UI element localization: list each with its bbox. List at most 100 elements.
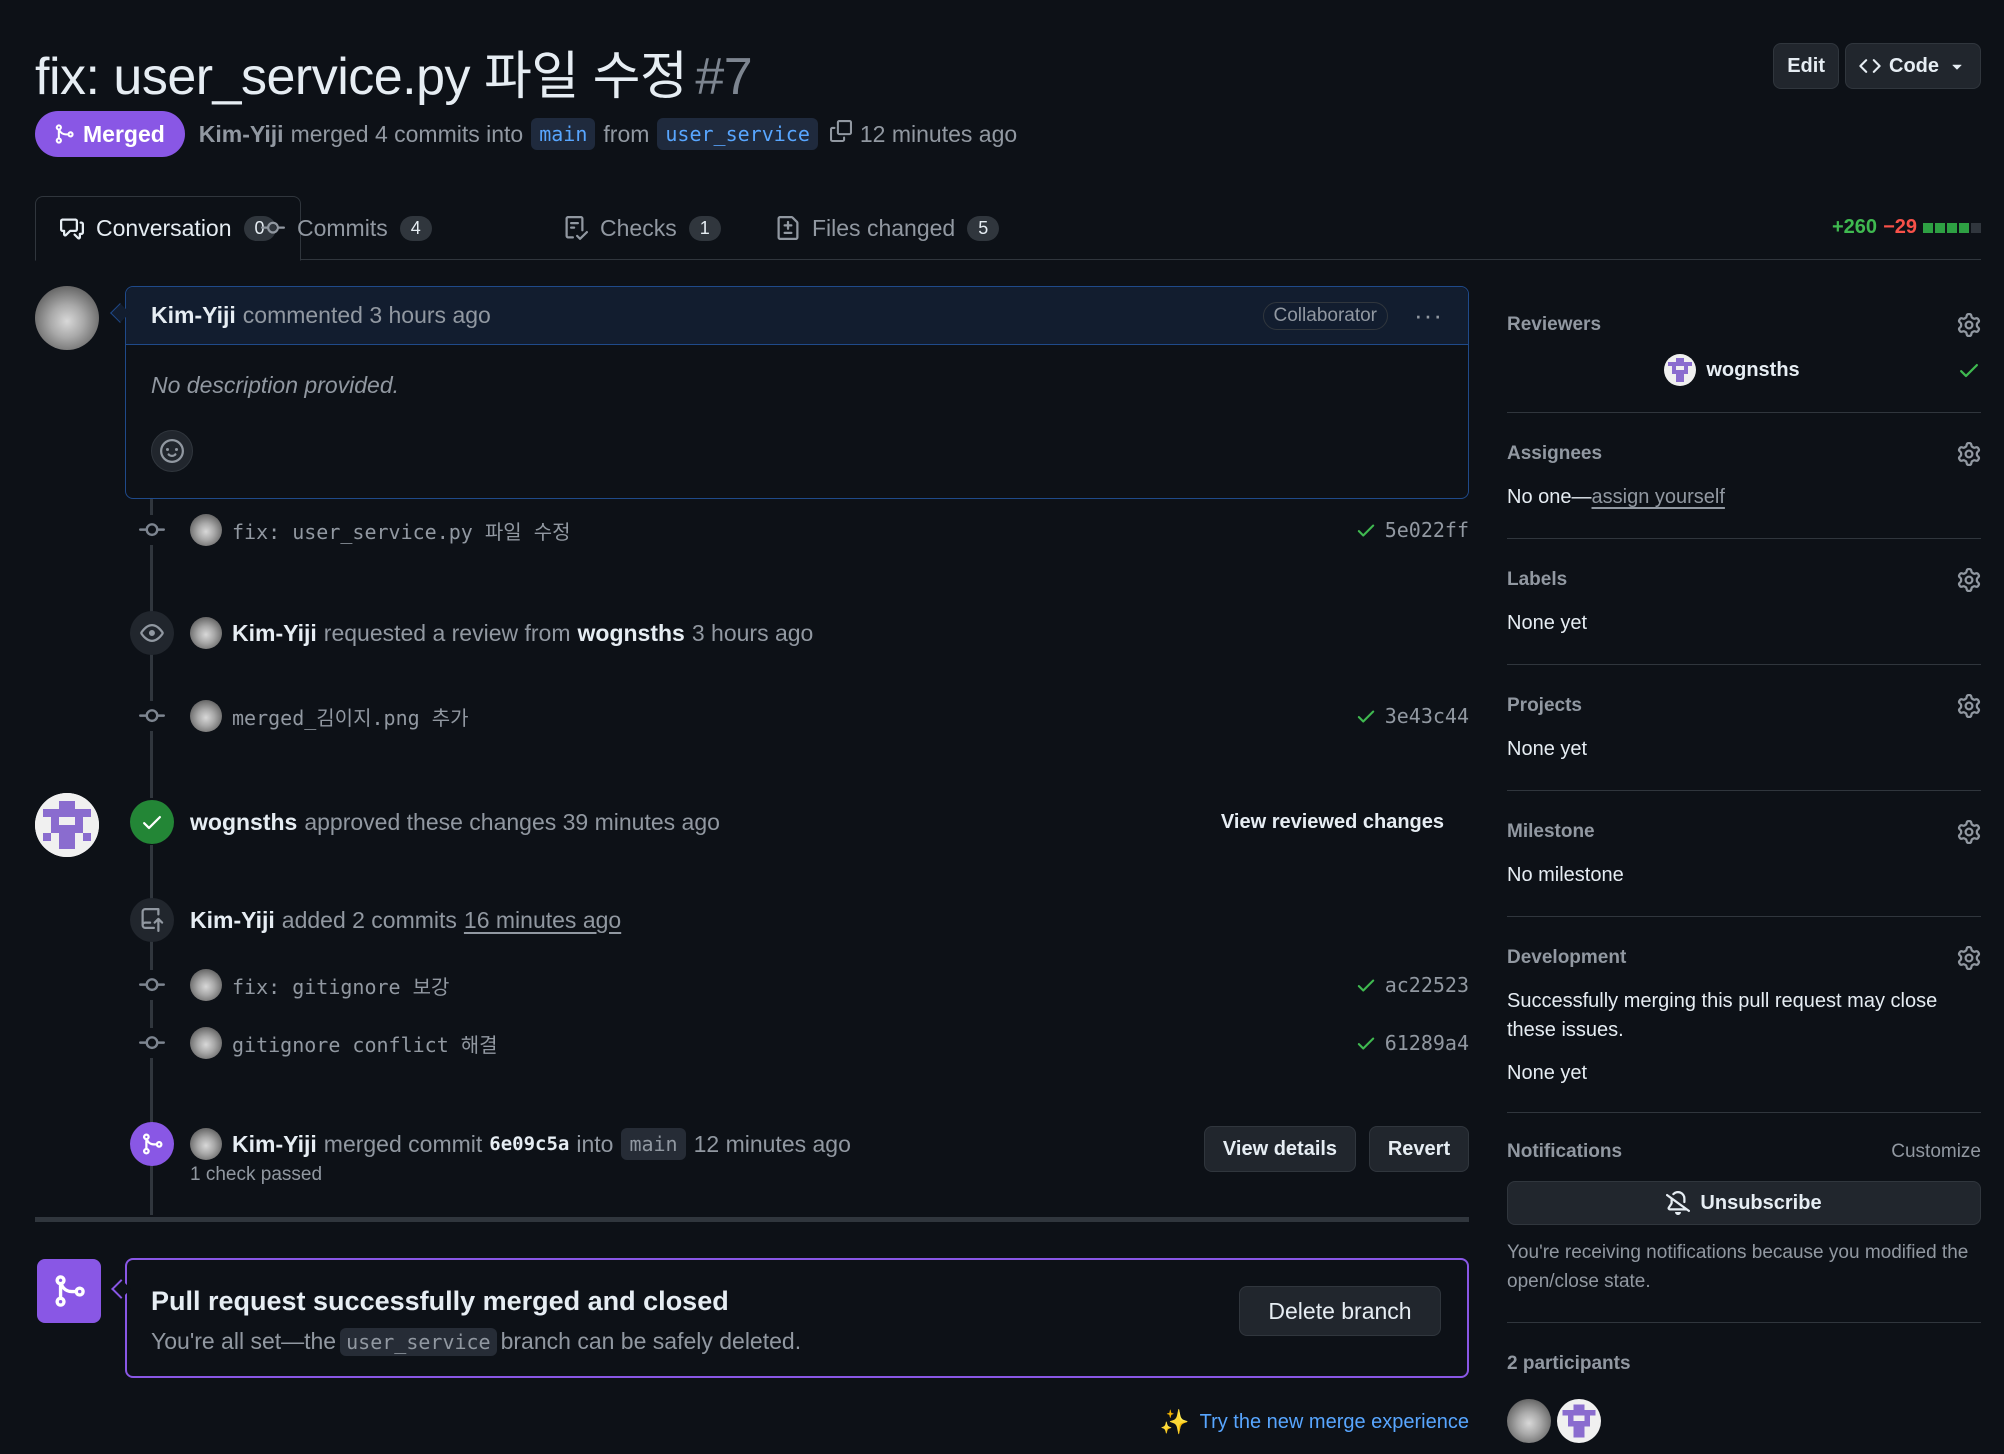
meta-author-link[interactable]: Kim-Yiji <box>199 121 284 148</box>
avatar[interactable] <box>190 700 222 732</box>
avatar[interactable] <box>190 969 222 1001</box>
commit-sha-text: 3e43c44 <box>1384 704 1469 728</box>
gear-icon[interactable] <box>1957 568 1981 592</box>
additions-count: +260 <box>1832 216 1878 238</box>
merge-base-branch[interactable]: main <box>621 1128 686 1160</box>
avatar[interactable] <box>35 286 99 350</box>
sidebar-heading[interactable]: Development <box>1507 943 1981 973</box>
event-into: into <box>576 1130 614 1157</box>
checks-status[interactable]: 1 check passed <box>190 1164 322 1186</box>
avatar[interactable] <box>1507 1399 1551 1443</box>
unsubscribe-button[interactable]: Unsubscribe <box>1507 1181 1981 1225</box>
try-new-merge-link[interactable]: ✨ Try the new merge experience <box>1160 1408 1469 1437</box>
avatar[interactable] <box>190 617 222 649</box>
head-branch[interactable]: user_service <box>657 118 818 150</box>
check-icon <box>1355 1032 1377 1054</box>
delete-branch-button[interactable]: Delete branch <box>1239 1286 1441 1336</box>
diffstat: +260 −29 <box>1832 216 1981 239</box>
git-commit-icon <box>139 1030 165 1056</box>
sidebar-heading[interactable]: Reviewers <box>1507 310 1981 340</box>
code-button[interactable]: Code <box>1845 43 1981 89</box>
event-reviewer[interactable]: wognsths <box>578 620 685 647</box>
commit-sha-text: ac22523 <box>1384 973 1469 997</box>
milestone-value: No milestone <box>1507 864 1624 886</box>
commit-node <box>137 970 167 1000</box>
event-reviewer[interactable]: wognsths <box>190 809 297 836</box>
sidebar-projects: Projects None yet <box>1507 665 1981 791</box>
avatar[interactable] <box>35 793 99 857</box>
caret-down-icon <box>1947 56 1967 76</box>
avatar[interactable] <box>1557 1399 1601 1443</box>
avatar[interactable] <box>190 1027 222 1059</box>
tab-checks[interactable]: Checks 1 <box>564 196 721 260</box>
assign-yourself-link[interactable]: assign yourself <box>1592 486 1725 508</box>
commit-message[interactable]: merged_김이지.png 추가 <box>232 702 469 731</box>
check-icon <box>1355 519 1377 541</box>
view-details-button[interactable]: View details <box>1204 1126 1356 1172</box>
event-author[interactable]: Kim-Yiji <box>232 1131 317 1158</box>
tab-files-label: Files changed <box>812 214 956 241</box>
commit-message[interactable]: fix: gitignore 보강 <box>232 971 449 1000</box>
header-actions: Edit Code <box>1773 43 1981 89</box>
repo-push-icon <box>140 908 164 932</box>
merge-sub-branch: user_service <box>340 1328 497 1356</box>
review-request-event: Kim-Yiji requested a review from wognsth… <box>190 615 1469 651</box>
avatar[interactable] <box>190 514 222 546</box>
reviewer-item: wognsths <box>1507 354 1981 386</box>
sidebar-heading[interactable]: Milestone <box>1507 817 1981 847</box>
event-time: 3 hours ago <box>691 619 814 646</box>
commit-message[interactable]: gitignore conflict 해결 <box>232 1029 498 1058</box>
commit-sha[interactable]: ac22523 <box>1355 973 1469 997</box>
merge-event: Kim-Yiji merged commit 6e09c5a into main… <box>190 1126 986 1162</box>
comment-author[interactable]: Kim-Yiji <box>151 302 236 329</box>
commit-row: gitignore conflict 해결 61289a4 <box>190 1025 1469 1061</box>
commit-row: fix: user_service.py 파일 수정 5e022ff <box>190 512 1469 548</box>
tab-files-changed[interactable]: Files changed 5 <box>776 196 1000 260</box>
gear-icon[interactable] <box>1957 694 1981 718</box>
event-author[interactable]: Kim-Yiji <box>232 620 317 647</box>
commit-sha[interactable]: 5e022ff <box>1355 518 1469 542</box>
added-commits-badge <box>130 898 174 942</box>
commit-row: merged_김이지.png 추가 3e43c44 <box>190 698 1469 734</box>
edit-button[interactable]: Edit <box>1773 43 1839 89</box>
event-time-link[interactable]: 16 minutes ago <box>464 907 621 934</box>
tab-commits[interactable]: Commits 4 <box>261 196 432 260</box>
merge-status-subtitle: You're all set—the user_service branch can… <box>151 1328 801 1356</box>
eye-icon <box>140 621 164 645</box>
tab-commits-label: Commits <box>297 214 388 241</box>
add-reaction-button[interactable] <box>151 430 193 472</box>
event-text: added 2 commits <box>281 906 457 933</box>
view-reviewed-changes-link[interactable]: View reviewed changes <box>1221 811 1444 834</box>
git-merge-icon <box>140 1132 164 1156</box>
commit-sha[interactable]: 3e43c44 <box>1355 704 1469 728</box>
identicon <box>35 793 99 857</box>
sidebar-heading[interactable]: Labels <box>1507 565 1981 595</box>
check-icon <box>140 810 164 834</box>
gear-icon[interactable] <box>1957 313 1981 337</box>
commit-sha[interactable]: 61289a4 <box>1355 1031 1469 1055</box>
kebab-menu-icon[interactable]: ··· <box>1414 300 1443 331</box>
base-branch[interactable]: main <box>531 118 596 150</box>
participants-list <box>1507 1399 1981 1443</box>
git-commit-icon <box>139 517 165 543</box>
customize-link[interactable]: Customize <box>1891 1141 1981 1163</box>
collaborator-badge: Collaborator <box>1262 301 1389 330</box>
bell-slash-icon <box>1666 1191 1690 1215</box>
reviewer-name[interactable]: wognsths <box>1706 359 1799 382</box>
sidebar-heading[interactable]: Projects <box>1507 691 1981 721</box>
avatar[interactable] <box>190 1128 222 1160</box>
commit-sha-text: 5e022ff <box>1384 518 1469 542</box>
gear-icon[interactable] <box>1957 442 1981 466</box>
revert-button[interactable]: Revert <box>1369 1126 1469 1172</box>
event-author[interactable]: Kim-Yiji <box>190 907 275 934</box>
gear-icon[interactable] <box>1957 946 1981 970</box>
gear-icon[interactable] <box>1957 820 1981 844</box>
sparkles-icon: ✨ <box>1159 1409 1190 1436</box>
merge-commit-sha[interactable]: 6e09c5a <box>489 1133 569 1155</box>
sidebar-heading[interactable]: Assignees <box>1507 439 1981 469</box>
avatar[interactable] <box>1664 354 1697 386</box>
copy-branch-button[interactable] <box>830 120 852 148</box>
commit-message[interactable]: fix: user_service.py 파일 수정 <box>232 516 571 545</box>
tab-checks-label: Checks <box>600 214 677 241</box>
copy-icon <box>830 120 852 142</box>
